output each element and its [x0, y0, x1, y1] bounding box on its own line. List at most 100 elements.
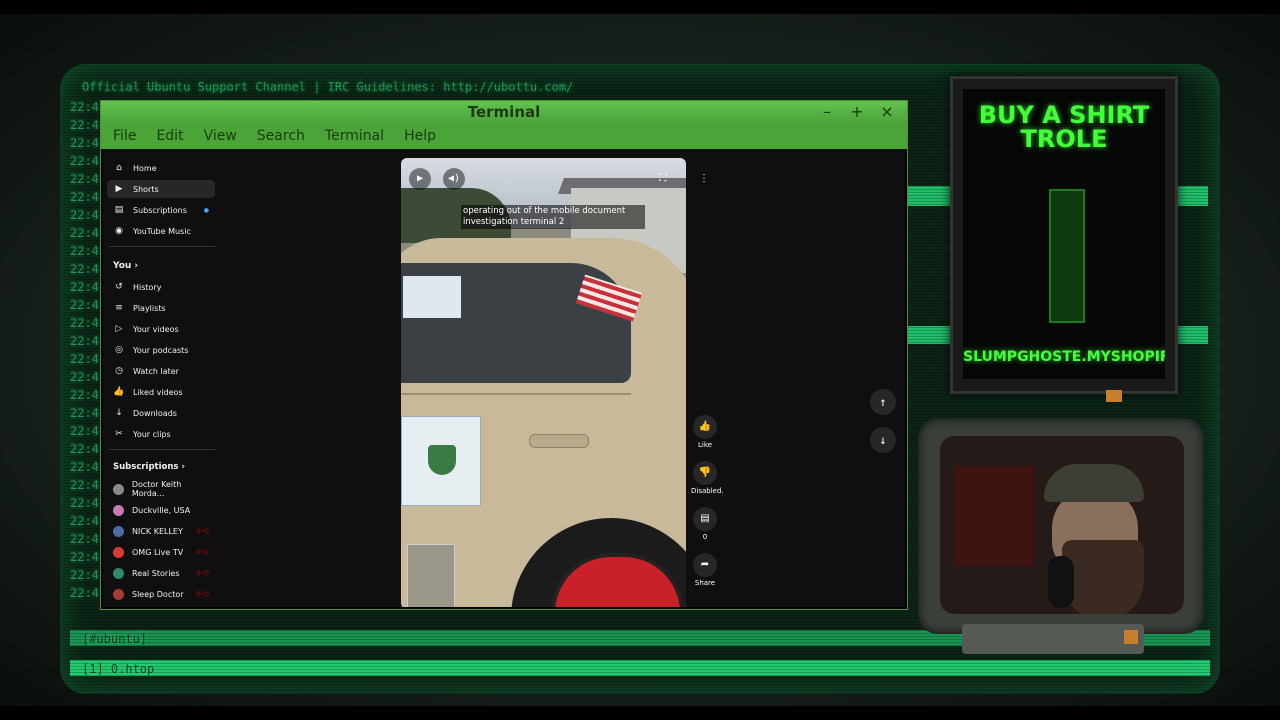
subscriptions-icon: ▤	[114, 205, 124, 215]
sidebar-item-youtube-music[interactable]: ◉ YouTube Music	[107, 222, 215, 240]
sidebar-item-label: Home	[133, 163, 157, 173]
you-header-label: You	[113, 261, 132, 271]
sidebar-item-label: Your clips	[133, 429, 171, 439]
new-content-dot: ●	[203, 206, 209, 214]
channel-avatar	[113, 504, 124, 516]
video-frame-door-sticker	[401, 416, 481, 506]
youtube-shorts-page: ⌂ Home ▶ Shorts ▤ Subscriptions ● ◉ YouT…	[103, 149, 905, 607]
irc-channel-status: [#ubuntu]	[82, 632, 148, 646]
menu-edit[interactable]: Edit	[156, 128, 183, 144]
terminal-titlebar[interactable]: Terminal – + ×	[101, 101, 907, 123]
sidebar-item-liked-videos[interactable]: 👍 Liked videos	[107, 383, 215, 401]
webcam-feed	[940, 436, 1184, 614]
share-icon: ➦	[693, 553, 717, 577]
webcam-background-monitor	[954, 466, 1034, 566]
webcam-person-hat	[1044, 464, 1144, 502]
thumbs-up-icon: 👍	[113, 387, 125, 397]
channel-name: Doctor Keith Morda...	[131, 480, 182, 498]
previous-video-button[interactable]: ↑	[870, 389, 896, 415]
share-label: Share	[694, 579, 716, 587]
sidebar-item-label: Downloads	[133, 408, 177, 418]
webcam-stand	[962, 624, 1144, 654]
sidebar-item-label: Playlists	[133, 303, 166, 313]
subscriptions-header-label: Subscriptions	[113, 462, 179, 472]
share-button[interactable]: ➦ Share	[691, 553, 719, 587]
webcam-frame	[918, 418, 1204, 634]
sidebar-item-playlists[interactable]: ≡ Playlists	[107, 299, 215, 317]
channel-name: OMG Live TV	[132, 547, 184, 557]
you-section-header[interactable]: You ›	[113, 261, 138, 271]
menu-file[interactable]: File	[113, 128, 136, 144]
shirt-poster: BUY A SHIRT TROLE SLUMPGHOSTE.MYSHOPIFY.…	[950, 76, 1178, 394]
subscription-item[interactable]: Duckville, USA	[107, 501, 215, 519]
close-button[interactable]: ×	[876, 102, 898, 121]
channel-name: Duckville, USA	[132, 505, 191, 515]
minimize-button[interactable]: –	[816, 102, 838, 121]
home-icon: ⌂	[116, 163, 122, 173]
sidebar-item-label: YouTube Music	[133, 226, 191, 236]
playlists-icon: ≡	[115, 303, 123, 313]
video-frame-seal	[428, 445, 456, 475]
shorts-video-player[interactable]: ▶ ◀) ⛶ operating out of the mobile docum…	[401, 158, 686, 607]
channel-avatar	[113, 525, 124, 537]
sidebar-item-subscriptions[interactable]: ▤ Subscriptions ●	[107, 201, 215, 219]
comments-button[interactable]: ▤ 0	[691, 507, 719, 541]
sidebar-item-history[interactable]: ↺ History	[107, 278, 215, 296]
thumbs-down-icon: 👎	[693, 461, 717, 485]
channel-avatar	[113, 567, 124, 579]
menu-terminal[interactable]: Terminal	[325, 128, 384, 144]
fullscreen-icon[interactable]: ⛶	[652, 168, 674, 190]
sidebar-item-your-videos[interactable]: ▷ Your videos	[107, 320, 215, 338]
sidebar: ⌂ Home ▶ Shorts ▤ Subscriptions ● ◉ YouT…	[103, 149, 221, 607]
subscription-item[interactable]: Sleep Doctor ((•))	[107, 585, 215, 603]
screen-window-label: [1] 0.htop	[82, 662, 155, 676]
subscription-item[interactable]: Real Stories ((•))	[107, 564, 215, 582]
shorts-icon: ▶	[115, 184, 123, 194]
comment-icon: ▤	[693, 507, 717, 531]
sidebar-item-watch-later[interactable]: ◷ Watch later	[107, 362, 215, 380]
sidebar-item-home[interactable]: ⌂ Home	[107, 159, 215, 177]
subscription-item[interactable]: Doctor Keith Morda...	[107, 480, 215, 498]
sidebar-item-downloads[interactable]: ↓ Downloads	[107, 404, 215, 422]
thumbs-up-icon: 👍	[693, 415, 717, 439]
video-thumbnail[interactable]	[407, 544, 455, 607]
more-options-icon[interactable]: ⋮	[693, 168, 715, 190]
video-frame-window-sign	[403, 276, 461, 318]
channel-avatar	[113, 483, 124, 495]
maximize-button[interactable]: +	[846, 102, 868, 121]
subscriptions-section-header[interactable]: Subscriptions ›	[113, 462, 185, 472]
video-caption: operating out of the mobile document inv…	[461, 205, 645, 229]
play-icon[interactable]: ▶	[409, 168, 431, 190]
poster-indicator	[1106, 390, 1122, 402]
live-indicator-icon: ((•))	[196, 590, 209, 598]
poster-ghost-figure	[1049, 189, 1085, 323]
sidebar-item-label: Your videos	[133, 324, 179, 334]
live-indicator-icon: ((•))	[196, 569, 209, 577]
channel-name: NICK KELLEY	[132, 526, 183, 536]
menu-view[interactable]: View	[204, 128, 237, 144]
your-videos-icon: ▷	[115, 324, 123, 334]
next-video-button[interactable]: ↓	[870, 427, 896, 453]
sidebar-item-your-podcasts[interactable]: ◎ Your podcasts	[107, 341, 215, 359]
like-button[interactable]: 👍 Like	[691, 415, 719, 449]
live-indicator-icon: ((•))	[196, 548, 209, 556]
download-icon: ↓	[115, 408, 123, 418]
arrow-up-icon: ↑	[879, 395, 887, 409]
channel-avatar	[113, 588, 124, 600]
channel-avatar	[113, 546, 124, 558]
terminal-menubar: File Edit View Search Terminal Help	[101, 123, 907, 149]
subscription-item[interactable]: OMG Live TV ((•))	[107, 543, 215, 561]
dislike-button[interactable]: 👎 Disabled.	[691, 461, 724, 495]
menu-search[interactable]: Search	[257, 128, 305, 144]
volume-icon[interactable]: ◀)	[443, 168, 465, 190]
sidebar-item-shorts[interactable]: ▶ Shorts	[107, 180, 215, 198]
sidebar-item-label: Subscriptions	[133, 205, 187, 215]
sidebar-item-your-clips[interactable]: ✂ Your clips	[107, 425, 215, 443]
subscription-item[interactable]: NICK KELLEY ((•))	[107, 522, 215, 540]
youtube-music-icon: ◉	[115, 226, 123, 236]
sidebar-item-label: History	[133, 282, 162, 292]
video-frame-door-line	[401, 393, 631, 395]
menu-help[interactable]: Help	[404, 128, 436, 144]
sidebar-item-label: Your podcasts	[133, 345, 189, 355]
scissors-icon: ✂	[115, 429, 123, 439]
